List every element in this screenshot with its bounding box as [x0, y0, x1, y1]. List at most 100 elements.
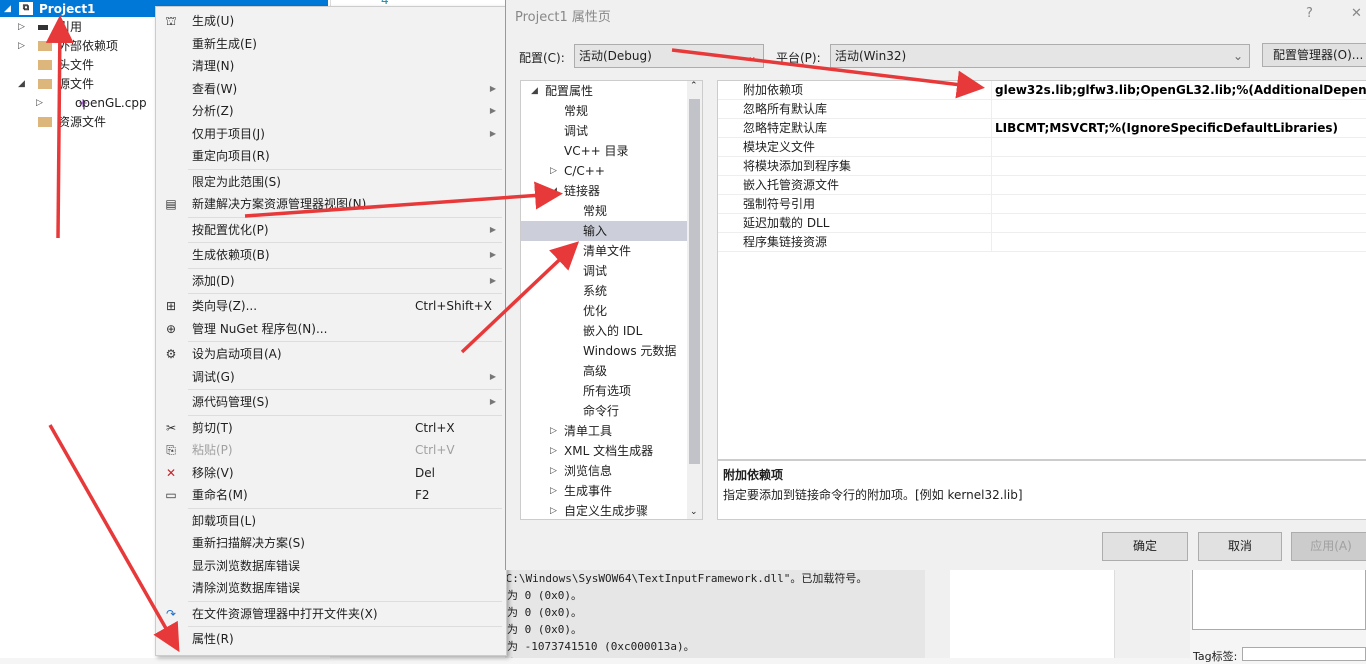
tree-scrollbar[interactable]: ⌃ ⌄	[687, 81, 702, 519]
property-row[interactable]: 模块定义文件	[718, 138, 1366, 157]
collapsed-icon[interactable]: ▷	[550, 501, 557, 519]
menu-item[interactable]: 源代码管理(S) ▶	[156, 391, 506, 414]
menu-item[interactable]: 按配置优化(P) ▶	[156, 219, 506, 242]
collapsed-icon[interactable]: ▷	[550, 161, 557, 181]
tree-item[interactable]: ◢ 源文件	[0, 75, 155, 94]
config-manager-button[interactable]: 配置管理器(O)...	[1262, 43, 1366, 67]
menu-item[interactable]: 限定为此范围(S)	[156, 171, 506, 194]
menu-item[interactable]: ↷ 在文件资源管理器中打开文件夹(X)	[156, 603, 506, 626]
description-pane: 附加依赖项 指定要添加到链接命令行的附加项。[例如 kernel32.lib]	[717, 460, 1366, 520]
apply-button[interactable]: 应用(A)	[1291, 532, 1366, 561]
tree-node[interactable]: 命令行	[521, 401, 687, 421]
property-row[interactable]: 附加依赖项 glew32s.lib;glfw3.lib;OpenGL32.lib;…	[718, 81, 1366, 100]
tree-item[interactable]: ▷ 引用	[0, 18, 155, 37]
tree-node[interactable]: Windows 元数据	[521, 341, 687, 361]
menu-item[interactable]: ▤ 新建解决方案资源管理器视图(N)	[156, 193, 506, 216]
tree-node[interactable]: ▷ 生成事件	[521, 481, 687, 501]
expanded-icon[interactable]: ◢	[531, 81, 538, 101]
collapsed-icon[interactable]: ▷	[550, 481, 557, 501]
menu-item[interactable]: ✂ 剪切(T) Ctrl+X	[156, 417, 506, 440]
menu-item[interactable]: ✕ 移除(V) Del	[156, 462, 506, 485]
menu-item[interactable]: 仅用于项目(J) ▶	[156, 123, 506, 146]
tree-node[interactable]: ▷ 自定义生成步骤	[521, 501, 687, 519]
tree-node[interactable]: 系统	[521, 281, 687, 301]
cancel-button[interactable]: 取消	[1198, 532, 1282, 561]
menu-item-label: 仅用于项目(J)	[192, 126, 265, 141]
collapsed-icon[interactable]: ▷	[36, 94, 43, 113]
menu-item[interactable]: 清理(N)	[156, 55, 506, 78]
tree-node[interactable]: 调试	[521, 261, 687, 281]
tree-node[interactable]: 所有选项	[521, 381, 687, 401]
tree-item[interactable]: 头文件	[0, 56, 155, 75]
tree-item[interactable]: ▷ 外部依赖项	[0, 37, 155, 56]
property-row[interactable]: 嵌入托管资源文件	[718, 176, 1366, 195]
scroll-thumb[interactable]	[689, 99, 700, 464]
collapsed-icon[interactable]: ▷	[550, 421, 557, 441]
expanded-icon[interactable]: ◢	[550, 181, 557, 201]
property-value[interactable]: LIBCMT;MSVCRT;%(IgnoreSpecificDefaultLib…	[995, 119, 1338, 138]
menu-item[interactable]: 重定向项目(R)	[156, 145, 506, 168]
property-row[interactable]: 延迟加载的 DLL	[718, 214, 1366, 233]
menu-item-label: 新建解决方案资源管理器视图(N)	[192, 197, 367, 211]
menu-item[interactable]: ⛫ 生成(U)	[156, 10, 506, 33]
submenu-arrow-icon: ▶	[489, 106, 496, 115]
tag-input[interactable]	[1242, 647, 1366, 661]
menu-item[interactable]: 清除浏览数据库错误	[156, 577, 506, 600]
menu-item[interactable]: 分析(Z) ▶	[156, 100, 506, 123]
tree-node[interactable]: 常规	[521, 101, 687, 121]
tree-node[interactable]: ▷ 浏览信息	[521, 461, 687, 481]
menu-item[interactable]: ⊕ 管理 NuGet 程序包(N)...	[156, 318, 506, 341]
menu-item[interactable]: 生成依赖项(B) ▶	[156, 244, 506, 267]
platform-select[interactable]: 活动(Win32) ⌄	[830, 44, 1250, 68]
collapsed-icon[interactable]: ▷	[550, 441, 557, 461]
menu-item[interactable]: ⎘ 粘贴(P) Ctrl+V	[156, 439, 506, 462]
tree-node[interactable]: 优化	[521, 301, 687, 321]
property-row[interactable]: 忽略特定默认库 LIBCMT;MSVCRT;%(IgnoreSpecificDef…	[718, 119, 1366, 138]
tree-node-label: 系统	[583, 284, 608, 298]
scroll-down-icon[interactable]: ⌄	[690, 507, 698, 517]
tree-node[interactable]: 输入	[521, 221, 687, 241]
tree-node[interactable]: 清单文件	[521, 241, 687, 261]
help-button[interactable]: ?	[1306, 6, 1313, 21]
menu-item[interactable]: 查看(W) ▶	[156, 78, 506, 101]
menu-item[interactable]: 重新生成(E)	[156, 33, 506, 56]
property-row[interactable]: 忽略所有默认库	[718, 100, 1366, 119]
tree-node[interactable]: 嵌入的 IDL	[521, 321, 687, 341]
menu-item[interactable]: 显示浏览数据库错误	[156, 555, 506, 578]
menu-item[interactable]: 调试(G) ▶	[156, 366, 506, 389]
collapsed-icon[interactable]: ▷	[18, 18, 25, 37]
tree-item[interactable]: 资源文件	[0, 113, 155, 132]
tree-node[interactable]: ▷ XML 文档生成器	[521, 441, 687, 461]
menu-item[interactable]: ⚙ 设为启动项目(A)	[156, 343, 506, 366]
menu-item[interactable]: 添加(D) ▶	[156, 270, 506, 293]
property-row[interactable]: 程序集链接资源	[718, 233, 1366, 252]
tree-node[interactable]: 常规	[521, 201, 687, 221]
collapsed-icon[interactable]: ▷	[550, 461, 557, 481]
tree-node[interactable]: ▷ C/C++	[521, 161, 687, 181]
tree-item[interactable]: ▷ + openGL.cpp	[0, 94, 155, 113]
collapsed-icon[interactable]: ▷	[18, 37, 25, 56]
property-value[interactable]: glew32s.lib;glfw3.lib;OpenGL32.lib;%(Add…	[995, 81, 1366, 100]
menu-item[interactable]: 重新扫描解决方案(S)	[156, 532, 506, 555]
expanded-icon[interactable]: ◢	[18, 75, 25, 94]
tree-node[interactable]: VC++ 目录	[521, 141, 687, 161]
menu-item[interactable]: 🔧 属性(R)	[156, 628, 506, 651]
scroll-up-icon[interactable]: ⌃	[690, 81, 698, 91]
close-button[interactable]: ✕	[1351, 6, 1362, 21]
property-row[interactable]: 强制符号引用	[718, 195, 1366, 214]
tree-node[interactable]: ◢ 配置属性	[521, 81, 687, 101]
tree-node[interactable]: ▷ 清单工具	[521, 421, 687, 441]
property-row[interactable]: 将模块添加到程序集	[718, 157, 1366, 176]
menu-item[interactable]: ⊞ 类向导(Z)... Ctrl+Shift+X	[156, 295, 506, 318]
tree-node[interactable]: 调试	[521, 121, 687, 141]
menu-item[interactable]: 卸载项目(L)	[156, 510, 506, 533]
menu-item[interactable]: ▭ 重命名(M) F2	[156, 484, 506, 507]
ok-button[interactable]: 确定	[1102, 532, 1188, 561]
tree-node[interactable]: ◢ 链接器	[521, 181, 687, 201]
tree-node[interactable]: 高级	[521, 361, 687, 381]
project-label: Project1	[39, 2, 96, 16]
config-select[interactable]: 活动(Debug) ⌄	[574, 44, 764, 68]
property-name: 延迟加载的 DLL	[743, 216, 830, 230]
submenu-arrow-icon: ▶	[489, 250, 496, 259]
menu-item-label: 添加(D)	[192, 273, 235, 288]
